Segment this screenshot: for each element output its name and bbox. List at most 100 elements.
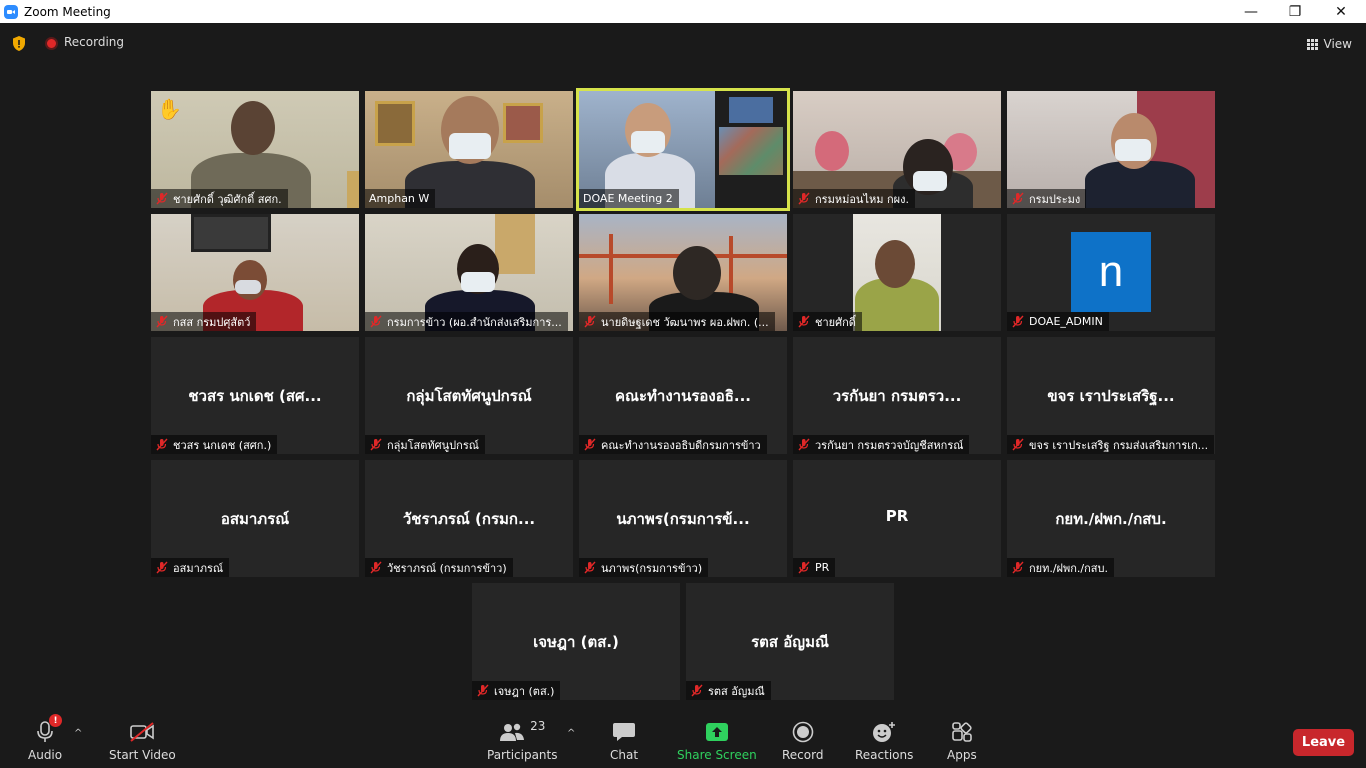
participant-tile-active-speaker[interactable]: DOAE Meeting 2	[576, 88, 790, 211]
chat-label: Chat	[610, 748, 639, 762]
participant-tile[interactable]: n DOAE_ADMIN	[1007, 214, 1215, 331]
muted-mic-icon	[156, 192, 168, 205]
participant-display-name: ขจร เราประเสริฐ...	[1047, 387, 1175, 405]
muted-mic-icon	[370, 315, 382, 328]
share-screen-button[interactable]: Share Screen	[677, 720, 757, 762]
muted-mic-icon	[584, 561, 596, 574]
reactions-label: Reactions	[855, 748, 914, 762]
minimize-button[interactable]: —	[1228, 0, 1274, 23]
participant-tile[interactable]: คณะทำงานรองอธิ... คณะทำงานรองอธิบดีกรมการ…	[579, 337, 787, 454]
participant-display-name: กลุ่มโสตทัศนูปกรณ์	[406, 387, 532, 405]
participant-tile[interactable]: อสมาภรณ์ อสมาภรณ์	[151, 460, 359, 577]
video-off-icon	[130, 722, 155, 742]
muted-mic-icon	[370, 438, 382, 451]
participant-name-label: นายดิษฐเดช วัฒนาพร ผอ.ฝพก. (...	[579, 312, 775, 331]
participant-avatar: n	[1071, 232, 1151, 312]
muted-mic-icon	[1012, 192, 1024, 205]
participant-tile[interactable]: นภาพร(กรมการข้... นภาพร(กรมการข้าว)	[579, 460, 787, 577]
participant-display-name: คณะทำงานรองอธิ...	[615, 387, 751, 405]
participant-tile[interactable]: ชวสร นกเดช (สศ... ชวสร นกเดช (สศก.)	[151, 337, 359, 454]
muted-mic-icon	[156, 438, 168, 451]
participants-button[interactable]: 23 Participants	[487, 719, 558, 762]
muted-mic-icon	[156, 315, 168, 328]
participant-tile[interactable]: วัชราภรณ์ (กรมก... วัชราภรณ์ (กรมการข้าว)	[365, 460, 573, 577]
participant-tile[interactable]: กลุ่มโสตทัศนูปกรณ์ กลุ่มโสตทัศนูปกรณ์	[365, 337, 573, 454]
muted-mic-icon	[1012, 561, 1024, 574]
chat-button[interactable]: Chat	[610, 720, 638, 762]
muted-mic-icon	[584, 438, 596, 451]
reactions-smiley-icon	[873, 722, 896, 742]
muted-mic-icon	[798, 315, 810, 328]
audio-button[interactable]: ! Audio	[28, 714, 63, 762]
participant-tile[interactable]: วรกันยา กรมตรว... วรกันยา กรมตรวจบัญชีสหก…	[793, 337, 1001, 454]
participant-name-label: DOAE Meeting 2	[579, 189, 679, 208]
participant-name-label: วัชราภรณ์ (กรมการข้าว)	[365, 558, 513, 577]
reactions-button[interactable]: Reactions	[855, 720, 913, 762]
participant-tile[interactable]: กรมการข้าว (ผอ.สำนักส่งเสริมการ...	[365, 214, 573, 331]
participant-tile[interactable]: กสส กรมปศุสัตว์	[151, 214, 359, 331]
participants-label: Participants	[487, 748, 558, 762]
security-shield-icon[interactable]	[11, 35, 27, 52]
raised-hand-icon: ✋	[157, 97, 182, 121]
participant-name-label: กยท./ฝพก./กสบ.	[1007, 558, 1114, 577]
recording-label[interactable]: Recording	[64, 35, 124, 49]
participant-tile[interactable]: กรมประมง	[1007, 91, 1215, 208]
participant-name-label: DOAE_ADMIN	[1007, 312, 1109, 331]
participant-display-name: รตส อัญมณี	[751, 633, 829, 651]
view-button[interactable]: View	[1306, 33, 1352, 55]
participant-tile[interactable]: กยท./ฝพก./กสบ. กยท./ฝพก./กสบ.	[1007, 460, 1215, 577]
participant-tile[interactable]: Amphan W	[365, 91, 573, 208]
participant-display-name: อสมาภรณ์	[220, 510, 290, 528]
recording-icon[interactable]	[45, 37, 58, 50]
participant-name-label: รตส อัญมณี	[686, 681, 771, 700]
participant-tile[interactable]: ชายศักดิ์	[793, 214, 1001, 331]
muted-mic-icon	[1012, 438, 1024, 451]
participant-name-label: นภาพร(กรมการข้าว)	[579, 558, 709, 577]
participant-name-label: เจษฎา (ตส.)	[472, 681, 561, 700]
participant-name-label: วรกันยา กรมตรวจบัญชีสหกรณ์	[793, 435, 970, 454]
record-icon	[792, 721, 814, 743]
participant-name-label: อสมาภรณ์	[151, 558, 230, 577]
apps-button[interactable]: Apps	[947, 720, 977, 762]
maximize-button[interactable]: ❐	[1272, 0, 1318, 23]
leave-button[interactable]: Leave	[1293, 729, 1354, 756]
close-button[interactable]: ✕	[1318, 0, 1364, 23]
participant-tile[interactable]: นายดิษฐเดช วัฒนาพร ผอ.ฝพก. (...	[579, 214, 787, 331]
window-title: Zoom Meeting	[24, 4, 111, 19]
participant-display-name: PR	[885, 507, 909, 525]
start-video-label: Start Video	[109, 748, 176, 762]
window-titlebar: Zoom Meeting — ❐ ✕	[0, 0, 1366, 23]
participant-name-label: ชายศักดิ์	[793, 312, 862, 331]
meeting-topbar: Recording View	[0, 23, 1366, 65]
start-video-button[interactable]: Start Video	[109, 720, 176, 762]
participant-display-name: เจษฎา (ตส.)	[533, 633, 619, 651]
participant-tile[interactable]: ขจร เราประเสริฐ... ขจร เราประเสริฐ กรมส่ง…	[1007, 337, 1215, 454]
share-screen-label: Share Screen	[677, 748, 757, 762]
participant-display-name: นภาพร(กรมการข้...	[616, 510, 750, 528]
participant-tile[interactable]: PR PR	[793, 460, 1001, 577]
record-label: Record	[782, 748, 824, 762]
participants-options-caret[interactable]: ^	[567, 728, 575, 739]
participant-name-label: ชวสร นกเดช (สศก.)	[151, 435, 278, 454]
participant-display-name: กยท./ฝพก./กสบ.	[1055, 510, 1167, 528]
participant-name-label: ชายศักดิ์ วุฒิศักดิ์ สศก.	[151, 189, 288, 208]
participant-name-label: กสส กรมปศุสัตว์	[151, 312, 257, 331]
audio-label: Audio	[28, 748, 63, 762]
view-label: View	[1323, 37, 1352, 51]
share-screen-icon	[705, 723, 728, 741]
participant-tile[interactable]: รตส อัญมณี รตส อัญมณี	[686, 583, 894, 700]
muted-mic-icon	[1012, 315, 1024, 328]
audio-options-caret[interactable]: ^	[74, 728, 82, 739]
participant-name-label: Amphan W	[365, 189, 436, 208]
participant-tile[interactable]: ✋ ชายศักดิ์ วุฒิศักดิ์ สศก.	[151, 91, 359, 208]
participant-tile[interactable]: เจษฎา (ตส.) เจษฎา (ตส.)	[472, 583, 680, 700]
record-button[interactable]: Record	[782, 720, 823, 762]
participant-name-label: กลุ่มโสตทัศนูปกรณ์	[365, 435, 485, 454]
participant-tile[interactable]: กรมหม่อนไหม กผง.	[793, 91, 1001, 208]
audio-alert-badge: !	[49, 714, 63, 727]
participant-name-label: ขจร เราประเสริฐ กรมส่งเสริมการเก...	[1007, 435, 1215, 454]
participants-count: 23	[530, 719, 546, 733]
muted-mic-icon	[156, 561, 168, 574]
participant-name-label: กรมการข้าว (ผอ.สำนักส่งเสริมการ...	[365, 312, 568, 331]
zoom-app-icon	[4, 4, 18, 19]
